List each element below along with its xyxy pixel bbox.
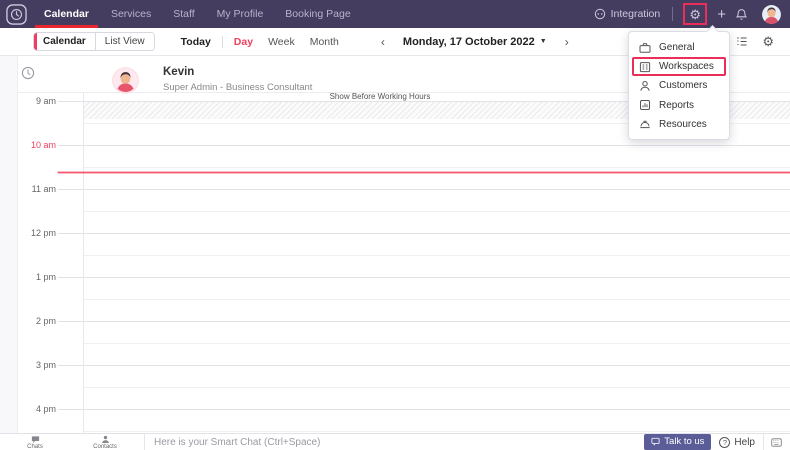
report-icon xyxy=(639,99,651,111)
hardhat-icon xyxy=(639,118,651,130)
half-hour-gridline xyxy=(84,298,790,300)
smart-chat-input[interactable]: Here is your Smart Chat (Ctrl+Space) xyxy=(154,437,644,448)
nav-tab-booking-page[interactable]: Booking Page xyxy=(274,0,361,28)
integration-label: Integration xyxy=(610,8,661,20)
workspaces-icon xyxy=(639,61,651,73)
time-label-2-pm: 2 pm xyxy=(35,315,56,326)
person-icon xyxy=(639,80,651,92)
top-navigation-bar: Calendar Services Staff My Profile Booking P… xyxy=(0,0,790,28)
left-rail xyxy=(0,56,18,433)
talk-chat-icon xyxy=(651,437,660,446)
half-hour-gridline xyxy=(84,342,790,344)
talk-to-us-label: Talk to us xyxy=(664,436,705,447)
time-label-12-pm: 12 pm xyxy=(30,227,56,238)
time-label-10-am: 10 am xyxy=(30,139,56,150)
quick-add-plus-icon[interactable]: + xyxy=(717,6,726,23)
today-button[interactable]: Today xyxy=(181,36,211,48)
half-hour-gridline xyxy=(84,430,790,432)
settings-gear-icon[interactable]: ⚙ xyxy=(689,8,701,21)
dock-divider xyxy=(144,434,145,450)
range-tabs-group: Day Week Month xyxy=(234,36,339,48)
chats-dock-button[interactable]: Chats xyxy=(0,435,70,450)
range-tab-week[interactable]: Week xyxy=(268,36,295,48)
keyboard-shortcuts-icon[interactable] xyxy=(771,437,782,447)
range-tab-month[interactable]: Month xyxy=(310,36,339,48)
nav-tab-my-profile[interactable]: My Profile xyxy=(206,0,275,28)
settings-menu-label-general: General xyxy=(659,42,695,54)
settings-menu-item-customers[interactable]: Customers xyxy=(629,76,729,95)
primary-nav-tabs: Calendar Services Staff My Profile Booking P… xyxy=(33,0,362,28)
chat-bubble-icon xyxy=(31,435,40,443)
agenda-list-icon[interactable] xyxy=(736,36,748,47)
time-label-9-am: 9 am xyxy=(35,95,56,106)
staff-role: Super Admin - Business Consultant xyxy=(163,82,313,93)
user-avatar[interactable] xyxy=(762,4,781,24)
settings-menu-item-reports[interactable]: Reports xyxy=(629,96,729,115)
half-hour-gridline xyxy=(84,210,790,212)
settings-annotation-box: ⚙ xyxy=(683,3,708,25)
settings-menu-label-reports: Reports xyxy=(659,99,695,111)
prev-day-chevron[interactable]: ‹ xyxy=(381,36,385,48)
dock-divider-right xyxy=(763,434,764,450)
chats-label: Chats xyxy=(27,444,43,450)
toolbar-divider xyxy=(221,35,223,48)
time-label-1-pm: 1 pm xyxy=(35,271,56,282)
integration-button[interactable]: Integration xyxy=(594,8,661,20)
view-toggle-calendar[interactable]: Calendar xyxy=(34,33,96,50)
hour-gridline xyxy=(58,364,790,366)
nav-tab-staff[interactable]: Staff xyxy=(162,0,205,28)
briefcase-icon xyxy=(639,42,651,54)
staff-avatar[interactable] xyxy=(112,67,139,94)
current-date-text: Monday, 17 October 2022 xyxy=(402,35,535,48)
help-button[interactable]: ? Help xyxy=(719,436,755,448)
hour-gridline xyxy=(58,188,790,190)
date-picker-label[interactable]: Monday, 17 October 2022 ▼ xyxy=(403,36,547,48)
time-label-3-pm: 3 pm xyxy=(35,359,56,370)
settings-menu-label-customers: Customers xyxy=(659,80,708,92)
talk-to-us-button[interactable]: Talk to us xyxy=(644,434,712,450)
integration-icon xyxy=(594,8,605,20)
app-logo-clock-icon[interactable] xyxy=(6,3,27,25)
hour-gridline xyxy=(58,232,790,234)
current-time-indicator xyxy=(58,172,790,173)
notifications-bell-icon[interactable] xyxy=(735,8,748,21)
hour-gridline xyxy=(58,276,790,278)
settings-menu-item-general[interactable]: General xyxy=(629,38,729,57)
contacts-dock-button[interactable]: Contacts xyxy=(70,435,140,450)
settings-dropdown-menu: General Workspaces Customers Reports Resourc… xyxy=(628,31,730,140)
view-toggle-list-view[interactable]: List View xyxy=(95,33,154,50)
topnav-right-cluster: Integration ⚙ + xyxy=(594,3,790,25)
toolbar-right-icons: ⚙ xyxy=(736,34,774,50)
settings-menu-item-resources[interactable]: Resources xyxy=(629,115,729,134)
time-label-11-am: 11 am xyxy=(31,183,56,194)
settings-menu-label-resources: Resources xyxy=(659,118,707,130)
settings-menu-item-workspaces[interactable]: Workspaces xyxy=(629,57,729,77)
hour-gridline xyxy=(58,408,790,410)
show-before-working-hours-button[interactable]: Show Before Working Hours xyxy=(300,92,460,101)
next-day-chevron[interactable]: › xyxy=(565,36,569,48)
date-caret-down-icon: ▼ xyxy=(539,38,547,45)
nav-tab-services[interactable]: Services xyxy=(100,0,162,28)
help-question-icon: ? xyxy=(719,436,731,448)
hour-gridline xyxy=(58,144,790,146)
view-toggle-group: Calendar List View xyxy=(33,32,155,51)
contacts-person-icon xyxy=(101,435,110,443)
settings-menu-label-workspaces: Workspaces xyxy=(659,61,714,73)
half-hour-gridline xyxy=(84,386,790,388)
time-label-4-pm: 4 pm xyxy=(35,403,56,414)
staff-name: Kevin xyxy=(163,66,195,78)
half-hour-gridline xyxy=(84,166,790,168)
contacts-label: Contacts xyxy=(93,444,117,450)
hour-gridline xyxy=(58,320,790,322)
bottom-dock-bar: Chats Contacts Here is your Smart Chat (… xyxy=(0,433,790,450)
topnav-divider xyxy=(672,7,674,21)
range-tab-day[interactable]: Day xyxy=(234,36,253,48)
calendar-settings-gear-icon[interactable]: ⚙ xyxy=(762,34,774,50)
help-label: Help xyxy=(734,436,755,448)
half-hour-gridline xyxy=(84,254,790,256)
timezone-clock-icon[interactable] xyxy=(21,66,35,80)
nav-tab-calendar[interactable]: Calendar xyxy=(33,0,100,28)
